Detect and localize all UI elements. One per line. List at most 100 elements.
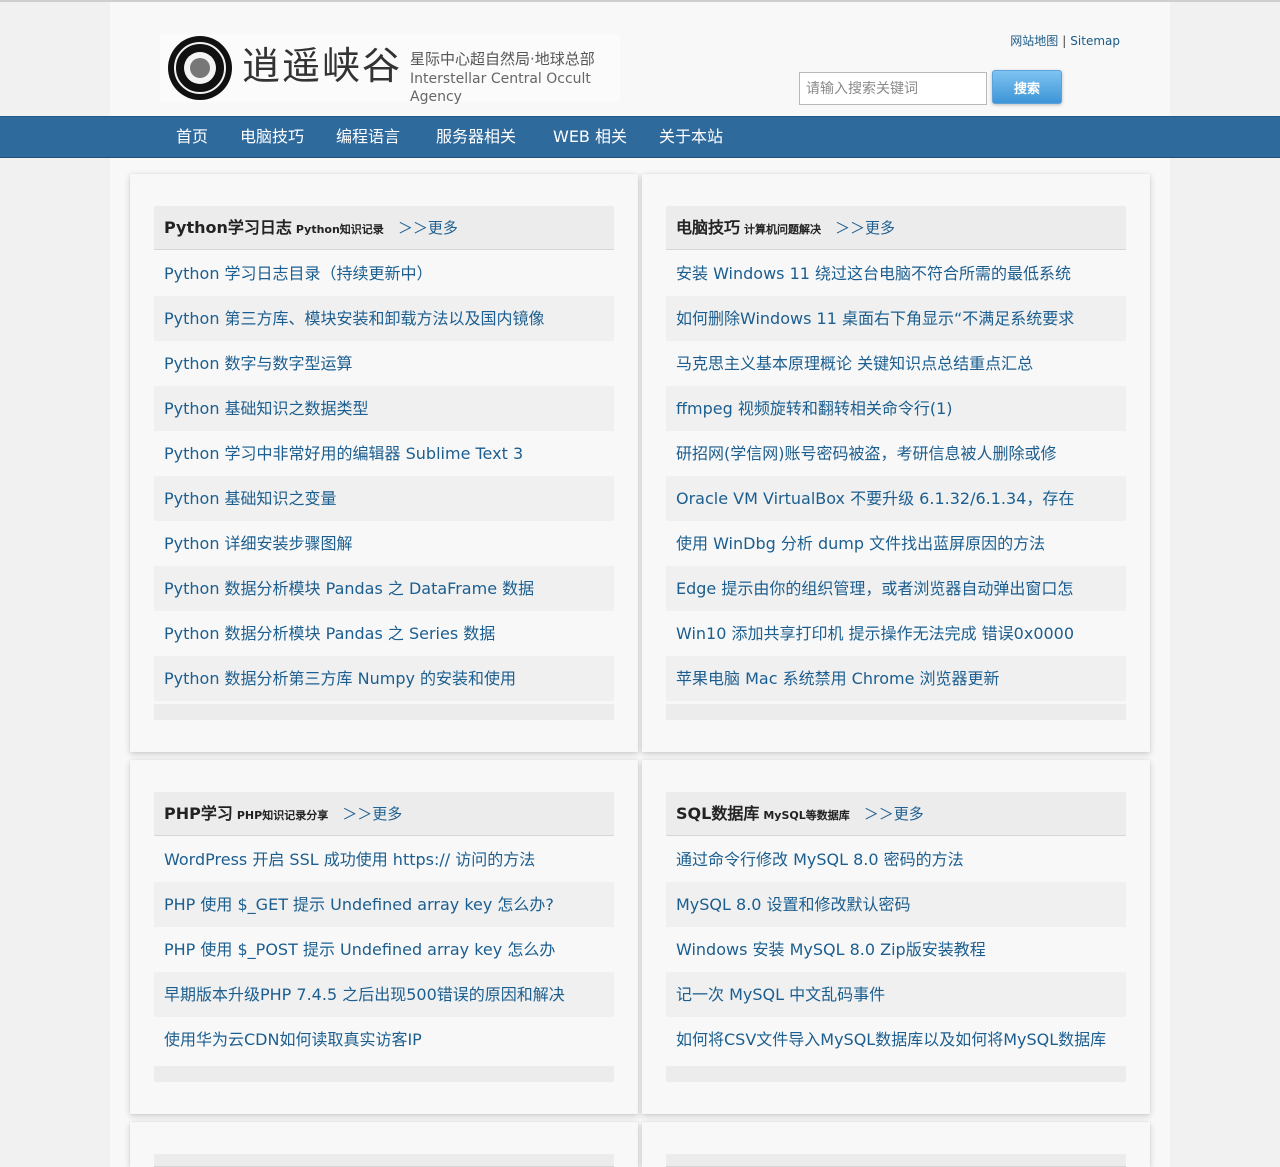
list-item: Python 详细安装步骤图解	[154, 521, 614, 566]
list-item: 使用华为云CDN如何读取真实访客IP	[154, 1017, 614, 1062]
section-next-left	[130, 1122, 638, 1167]
nav-item-programming[interactable]: 编程语言	[336, 117, 400, 157]
section-footer	[154, 704, 614, 720]
list-item: Python 数据分析第三方库 Numpy 的安装和使用	[154, 656, 614, 701]
nav-item-home[interactable]: 首页	[176, 117, 208, 157]
list-item: 马克思主义基本原理概论 关键知识点总结重点汇总	[666, 341, 1126, 386]
section-footer	[666, 704, 1126, 720]
article-link[interactable]: 如何将CSV文件导入MySQL数据库以及如何将MySQL数据库	[676, 1017, 1121, 1062]
article-link[interactable]: Python 基础知识之数据类型	[164, 386, 609, 431]
site-logo[interactable]: 逍遥峡谷 星际中心超自然局·地球总部 Interstellar Central …	[160, 34, 620, 105]
article-link[interactable]: 如何删除Windows 11 桌面右下角显示“不满足系统要求	[676, 296, 1121, 341]
article-link[interactable]: Win10 添加共享打印机 提示操作无法完成 错误0x0000	[676, 611, 1121, 656]
article-link[interactable]: 马克思主义基本原理概论 关键知识点总结重点汇总	[676, 341, 1121, 386]
more-link[interactable]: ＞＞更多	[864, 805, 924, 823]
list-item: 安装 Windows 11 绕过这台电脑不符合所需的最低系统	[666, 251, 1126, 296]
article-link[interactable]: Oracle VM VirtualBox 不要升级 6.1.32/6.1.34，…	[676, 476, 1121, 521]
article-link[interactable]: Edge 提示由你的组织管理，或者浏览器自动弹出窗口怎	[676, 566, 1121, 611]
sitemap-en-link[interactable]: Sitemap	[1070, 34, 1120, 48]
list-item: Python 第三方库、模块安装和卸载方法以及国内镜像	[154, 296, 614, 341]
section-header: 电脑技巧 计算机问题解决 ＞＞更多	[666, 206, 1126, 250]
section-title: 电脑技巧 计算机问题解决 ＞＞更多	[676, 206, 895, 252]
logo-subtitle-en: Interstellar Central Occult Agency	[410, 71, 591, 105]
nav-item-about[interactable]: 关于本站	[659, 117, 723, 157]
article-link[interactable]: 早期版本升级PHP 7.4.5 之后出现500错误的原因和解决	[164, 972, 609, 1017]
list-item: PHP 使用 $_POST 提示 Undefined array key 怎么办	[154, 927, 614, 972]
list-item: 记一次 MySQL 中文乱码事件	[666, 972, 1126, 1017]
list-item: Python 数据分析模块 Pandas 之 Series 数据	[154, 611, 614, 656]
search-button[interactable]: 搜索	[992, 70, 1062, 104]
list-item: WordPress 开启 SSL 成功使用 https:// 访问的方法	[154, 837, 614, 882]
section-title-text: SQL数据库	[676, 804, 760, 823]
section-python: Python学习日志 Python知识记录 ＞＞更多 Python 学习日志目录（持…	[130, 174, 638, 752]
section-php: PHP学习 PHP知识记录分享 ＞＞更多 WordPress 开启 SSL 成功使用…	[130, 760, 638, 1114]
list-item: Python 学习日志目录（持续更新中）	[154, 251, 614, 296]
section-header	[154, 1154, 614, 1167]
article-link[interactable]: PHP 使用 $_POST 提示 Undefined array key 怎么办	[164, 927, 609, 972]
article-link[interactable]: Python 数据分析模块 Pandas 之 DataFrame 数据	[164, 566, 609, 611]
list-item: MySQL 8.0 设置和修改默认密码	[666, 882, 1126, 927]
article-link[interactable]: 研招网(学信网)账号密码被盗，考研信息被人删除或修	[676, 431, 1121, 476]
section-header: SQL数据库 MySQL等数据库 ＞＞更多	[666, 792, 1126, 836]
article-link[interactable]: Python 基础知识之变量	[164, 476, 609, 521]
section-title: PHP学习 PHP知识记录分享 ＞＞更多	[164, 792, 402, 838]
list-item: 苹果电脑 Mac 系统禁用 Chrome 浏览器更新	[666, 656, 1126, 701]
nav-item-server[interactable]: 服务器相关	[436, 117, 516, 157]
list-item: ffmpeg 视频旋转和翻转相关命令行(1)	[666, 386, 1126, 431]
link-separator: |	[1062, 34, 1067, 48]
article-link[interactable]: Python 数字与数字型运算	[164, 341, 609, 386]
list-item: 如何将CSV文件导入MySQL数据库以及如何将MySQL数据库	[666, 1017, 1126, 1062]
list-item: 早期版本升级PHP 7.4.5 之后出现500错误的原因和解决	[154, 972, 614, 1017]
article-link[interactable]: MySQL 8.0 设置和修改默认密码	[676, 882, 1121, 927]
section-computer-tips: 电脑技巧 计算机问题解决 ＞＞更多 安装 Windows 11 绕过这台电脑不符合所…	[642, 174, 1150, 752]
list-item: 如何删除Windows 11 桌面右下角显示“不满足系统要求	[666, 296, 1126, 341]
nav-item-computer-tips[interactable]: 电脑技巧	[240, 117, 304, 157]
list-item: 使用 WinDbg 分析 dump 文件找出蓝屏原因的方法	[666, 521, 1126, 566]
globe-icon	[184, 52, 216, 84]
article-link[interactable]: ffmpeg 视频旋转和翻转相关命令行(1)	[676, 386, 1121, 431]
list-item: Python 数据分析模块 Pandas 之 DataFrame 数据	[154, 566, 614, 611]
more-link[interactable]: ＞＞更多	[342, 805, 402, 823]
nav-item-web[interactable]: WEB 相关	[553, 117, 627, 157]
list-item: Win10 添加共享打印机 提示操作无法完成 错误0x0000	[666, 611, 1126, 656]
article-link[interactable]: Python 第三方库、模块安装和卸载方法以及国内镜像	[164, 296, 609, 341]
logo-subtitle-cn: 星际中心超自然局·地球总部	[410, 50, 595, 68]
article-link[interactable]: 使用华为云CDN如何读取真实访客IP	[164, 1017, 609, 1062]
article-link[interactable]: 记一次 MySQL 中文乱码事件	[676, 972, 1121, 1017]
section-title-text: Python学习日志	[164, 218, 292, 237]
article-link[interactable]: PHP 使用 $_GET 提示 Undefined array key 怎么办?	[164, 882, 609, 927]
article-link[interactable]: 苹果电脑 Mac 系统禁用 Chrome 浏览器更新	[676, 656, 1121, 701]
section-header	[666, 1154, 1126, 1167]
more-link[interactable]: ＞＞更多	[835, 219, 895, 237]
article-link[interactable]: 使用 WinDbg 分析 dump 文件找出蓝屏原因的方法	[676, 521, 1121, 566]
section-subtitle: 计算机问题解决	[744, 223, 822, 236]
more-link[interactable]: ＞＞更多	[398, 219, 458, 237]
article-link[interactable]: Windows 安装 MySQL 8.0 Zip版安装教程	[676, 927, 1121, 972]
section-footer	[666, 1066, 1126, 1082]
list-item: Oracle VM VirtualBox 不要升级 6.1.32/6.1.34，…	[666, 476, 1126, 521]
list-item: Python 学习中非常好用的编辑器 Sublime Text 3	[154, 431, 614, 476]
article-link[interactable]: 通过命令行修改 MySQL 8.0 密码的方法	[676, 837, 1121, 882]
sitemap-cn-link[interactable]: 网站地图	[1010, 34, 1058, 48]
list-item: PHP 使用 $_GET 提示 Undefined array key 怎么办?	[154, 882, 614, 927]
list-item: Python 基础知识之变量	[154, 476, 614, 521]
section-title: Python学习日志 Python知识记录 ＞＞更多	[164, 206, 458, 252]
search-input[interactable]	[799, 72, 987, 105]
site-header: 逍遥峡谷 星际中心超自然局·地球总部 Interstellar Central …	[0, 0, 1280, 116]
article-link[interactable]: WordPress 开启 SSL 成功使用 https:// 访问的方法	[164, 837, 609, 882]
list-item: Windows 安装 MySQL 8.0 Zip版安装教程	[666, 927, 1126, 972]
article-link[interactable]: Python 学习日志目录（持续更新中）	[164, 251, 609, 296]
article-link[interactable]: Python 数据分析模块 Pandas 之 Series 数据	[164, 611, 609, 656]
section-subtitle: MySQL等数据库	[763, 809, 850, 822]
main-nav: 首页 电脑技巧 编程语言 服务器相关 WEB 相关 关于本站	[0, 116, 1280, 158]
article-link[interactable]: Python 数据分析第三方库 Numpy 的安装和使用	[164, 656, 609, 701]
section-header: Python学习日志 Python知识记录 ＞＞更多	[154, 206, 614, 250]
article-link[interactable]: Python 学习中非常好用的编辑器 Sublime Text 3	[164, 431, 609, 476]
section-footer	[154, 1066, 614, 1082]
top-links: 网站地图 | Sitemap	[1010, 33, 1120, 49]
agency-emblem-icon	[168, 36, 232, 100]
list-item: 研招网(学信网)账号密码被盗，考研信息被人删除或修	[666, 431, 1126, 476]
article-link[interactable]: 安装 Windows 11 绕过这台电脑不符合所需的最低系统	[676, 251, 1121, 296]
list-item: 通过命令行修改 MySQL 8.0 密码的方法	[666, 837, 1126, 882]
article-link[interactable]: Python 详细安装步骤图解	[164, 521, 609, 566]
